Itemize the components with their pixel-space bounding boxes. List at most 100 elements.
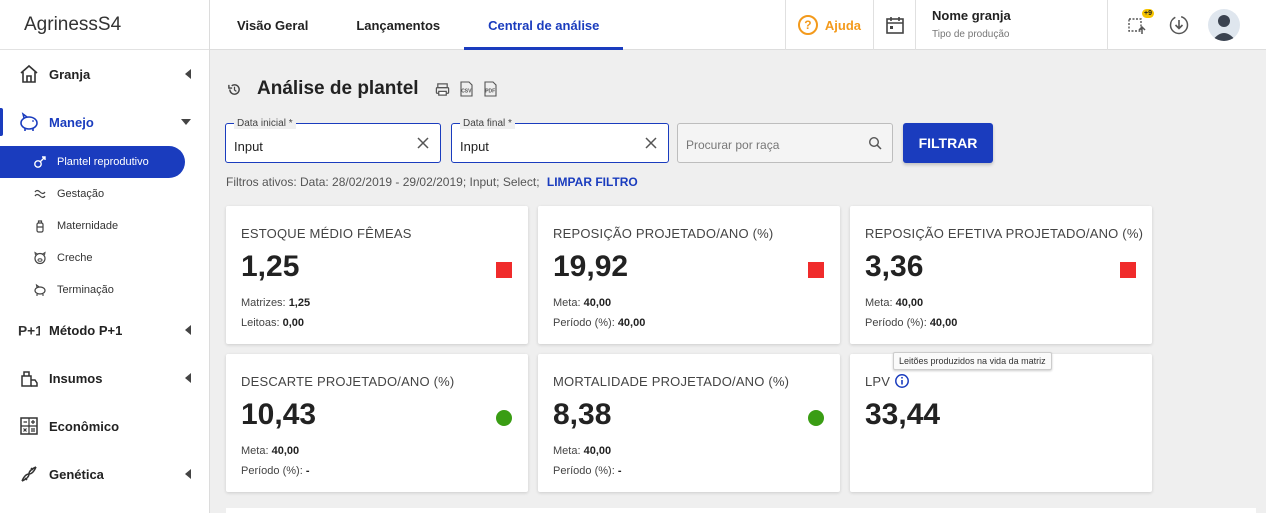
- notification-badge: +9: [1142, 9, 1154, 18]
- sidebar-item-maternidade[interactable]: Maternidade: [0, 210, 209, 242]
- brand-logo[interactable]: Agriness S4: [0, 0, 209, 50]
- calendar-button[interactable]: [873, 0, 915, 50]
- sidebar-group-insumos[interactable]: Insumos: [0, 354, 209, 402]
- sidebar-item-creche[interactable]: Creche: [0, 242, 209, 274]
- status-indicator-red: [496, 262, 512, 278]
- clear-end-date-icon[interactable]: [644, 136, 658, 150]
- start-date-label: Data inicial *: [234, 118, 296, 129]
- status-indicator-green: [808, 410, 824, 426]
- card-detail: Período (%): 40,00: [865, 317, 958, 329]
- card-detail: Meta: 40,00: [865, 297, 924, 309]
- card-title: DESCARTE PROJETADO/ANO (%): [241, 374, 455, 389]
- user-actions: +9: [1107, 0, 1266, 50]
- card-detail: Meta: 40,00: [553, 297, 612, 309]
- breed-search-placeholder: Procurar por raça: [686, 138, 780, 152]
- caret-left-icon: [185, 469, 191, 479]
- tab-lancamentos[interactable]: Lançamentos: [332, 0, 464, 50]
- sidebar-group-label: Econômico: [49, 418, 120, 434]
- bottle-icon: [32, 218, 48, 234]
- help-label: Ajuda: [824, 17, 861, 33]
- top-right-controls: ? Ajuda Nome granja Tipo de produção +9: [784, 0, 1266, 50]
- sidebar-item-plantel-reprodutivo[interactable]: Plantel reprodutivo: [0, 146, 185, 178]
- pdf-export-icon[interactable]: PDF: [483, 81, 499, 97]
- card-value: 19,92: [553, 250, 629, 283]
- gestation-icon: [32, 186, 48, 202]
- clear-filter-link[interactable]: LIMPAR FILTRO: [547, 175, 638, 189]
- card-detail: Período (%): -: [553, 465, 622, 477]
- start-date-value: Input: [234, 139, 263, 154]
- help-button[interactable]: ? Ajuda: [784, 0, 873, 50]
- card-detail: Leitoas: 0,00: [241, 317, 305, 329]
- caret-left-icon: [185, 69, 191, 79]
- pdf-label: PDF: [485, 89, 495, 95]
- sidebar-group-label: Manejo: [49, 114, 94, 130]
- card-detail: Período (%): -: [241, 465, 310, 477]
- status-indicator-red: [1120, 262, 1136, 278]
- piglet-face-icon: [32, 250, 48, 266]
- brand-suffix: S4: [97, 13, 122, 35]
- sidebar-group-manejo[interactable]: Manejo: [0, 98, 209, 146]
- main-content: Análise de plantel CSV PDF Data inicial …: [210, 50, 1266, 513]
- page-header: Análise de plantel CSV PDF: [226, 78, 507, 100]
- download-button[interactable]: [1166, 12, 1192, 38]
- p-plus-one-icon: P+1: [18, 319, 40, 341]
- sidebar-group-genetica[interactable]: Genética: [0, 450, 209, 498]
- search-icon[interactable]: [868, 136, 882, 155]
- kpi-card-mortalidade: MORTALIDADE PROJETADO/ANO (%) 8,38 Meta:…: [538, 354, 840, 492]
- status-indicator-green: [496, 410, 512, 426]
- status-indicator-red: [808, 262, 824, 278]
- farm-type: Tipo de produção: [932, 29, 1010, 40]
- start-date-field[interactable]: Data inicial * Input: [225, 118, 441, 163]
- page-title: Análise de plantel: [257, 78, 419, 99]
- sidebar-group-economico[interactable]: Econômico: [0, 402, 209, 450]
- top-navigation: Visão Geral Lançamentos Central de análi…: [210, 0, 1266, 50]
- info-icon[interactable]: [894, 373, 910, 389]
- pig-outline-icon: [32, 282, 48, 298]
- sidebar-item-gestacao[interactable]: Gestação: [0, 178, 209, 210]
- card-detail: Matrizes: 1,25: [241, 297, 311, 309]
- active-filters-text: Filtros ativos: Data: 28/02/2019 - 29/02…: [226, 175, 540, 189]
- sidebar-item-terminacao[interactable]: Terminação: [0, 274, 209, 306]
- lpv-tooltip: Leitões produzidos na vida da matriz: [893, 352, 1052, 370]
- svg-text:P+1: P+1: [18, 324, 40, 339]
- breed-search-input[interactable]: Procurar por raça: [677, 123, 893, 163]
- kpi-card-reposicao-projetado: REPOSIÇÃO PROJETADO/ANO (%) 19,92 Meta: …: [538, 206, 840, 344]
- sidebar-group-label: Insumos: [49, 370, 103, 386]
- farm-house-icon: [18, 63, 40, 85]
- sidebar-item-label: Maternidade: [57, 220, 119, 232]
- end-date-field[interactable]: Data final * Input: [451, 118, 669, 163]
- sidebar-item-label: Terminação: [57, 284, 114, 296]
- end-date-label: Data final *: [460, 118, 515, 129]
- card-detail: Meta: 40,00: [553, 445, 612, 457]
- card-title: MORTALIDADE PROJETADO/ANO (%): [553, 374, 790, 389]
- history-back-icon[interactable]: [226, 81, 242, 97]
- farm-selector[interactable]: Nome granja Tipo de produção: [915, 0, 1107, 50]
- sidebar-item-label: Creche: [57, 252, 93, 264]
- card-value: 3,36: [865, 250, 924, 283]
- kpi-card-lpv: LPV 33,44: [850, 354, 1152, 492]
- filter-button[interactable]: FILTRAR: [903, 123, 993, 163]
- user-avatar-icon: [1212, 15, 1236, 41]
- notifications-button[interactable]: +9: [1124, 9, 1154, 38]
- sidebar-item-label: Plantel reprodutivo: [57, 156, 149, 168]
- brand-name: Agriness: [24, 13, 98, 35]
- download-icon: [1169, 15, 1189, 35]
- avatar[interactable]: [1208, 9, 1240, 41]
- supplies-icon: [18, 367, 40, 389]
- end-date-value: Input: [460, 139, 489, 154]
- tab-visao-geral[interactable]: Visão Geral: [210, 0, 332, 50]
- sidebar-group-label: Granja: [49, 66, 91, 82]
- card-title: REPOSIÇÃO EFETIVA PROJETADO/ANO (%): [865, 226, 1144, 241]
- csv-export-icon[interactable]: CSV: [459, 81, 475, 97]
- sidebar-group-granja[interactable]: Granja: [0, 50, 209, 98]
- question-icon: ?: [797, 15, 818, 35]
- caret-left-icon: [185, 373, 191, 383]
- print-icon[interactable]: [435, 81, 451, 97]
- pig-icon: [18, 111, 40, 133]
- sidebar-group-metodo-p1[interactable]: P+1 Método P+1: [0, 306, 209, 354]
- next-section-card: [226, 508, 1256, 513]
- tab-central-de-analise[interactable]: Central de análise: [464, 0, 624, 50]
- active-filters: Filtros ativos: Data: 28/02/2019 - 29/02…: [226, 175, 638, 189]
- sidebar: Agriness S4 Granja Manejo Plantel reprod…: [0, 0, 210, 513]
- clear-start-date-icon[interactable]: [416, 136, 430, 150]
